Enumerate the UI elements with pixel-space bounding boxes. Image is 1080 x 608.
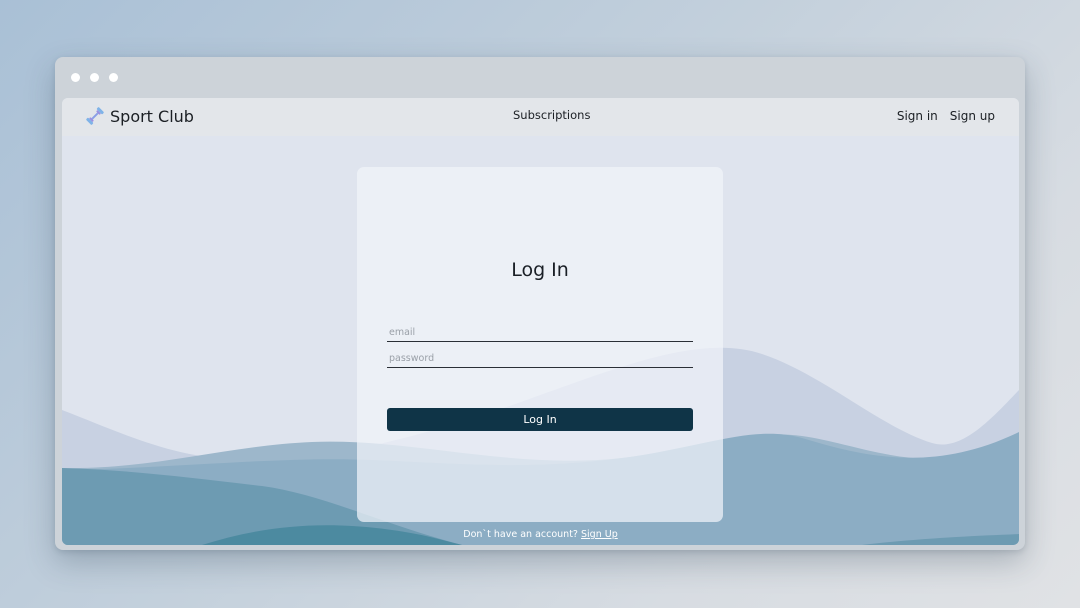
signup-prompt: Don`t have an account? Sign Up <box>62 529 1019 540</box>
browser-window: Sport Club Subscriptions Sign in Sign up… <box>55 57 1025 550</box>
signup-prompt-text: Don`t have an account? <box>463 529 578 540</box>
window-dot-icon[interactable] <box>71 73 80 82</box>
nav-link-sign-up[interactable]: Sign up <box>950 109 995 123</box>
window-dot-icon[interactable] <box>109 73 118 82</box>
password-field[interactable] <box>387 347 693 368</box>
brand-name: Sport Club <box>110 106 194 126</box>
page-viewport: Sport Club Subscriptions Sign in Sign up… <box>62 98 1019 545</box>
login-button[interactable]: Log In <box>387 408 693 431</box>
window-dot-icon[interactable] <box>90 73 99 82</box>
dumbbell-icon <box>86 107 104 125</box>
login-title: Log In <box>511 259 569 281</box>
email-field[interactable] <box>387 321 693 342</box>
window-controls <box>71 73 118 82</box>
brand-logo[interactable]: Sport Club <box>84 105 194 127</box>
nav-link-subscriptions[interactable]: Subscriptions <box>513 108 590 122</box>
nav-auth-links: Sign in Sign up <box>897 109 995 123</box>
top-navbar: Sport Club Subscriptions Sign in Sign up <box>62 98 1019 136</box>
signup-link[interactable]: Sign Up <box>581 529 618 540</box>
login-card: Log In Log In <box>357 167 723 522</box>
nav-link-sign-in[interactable]: Sign in <box>897 109 938 123</box>
